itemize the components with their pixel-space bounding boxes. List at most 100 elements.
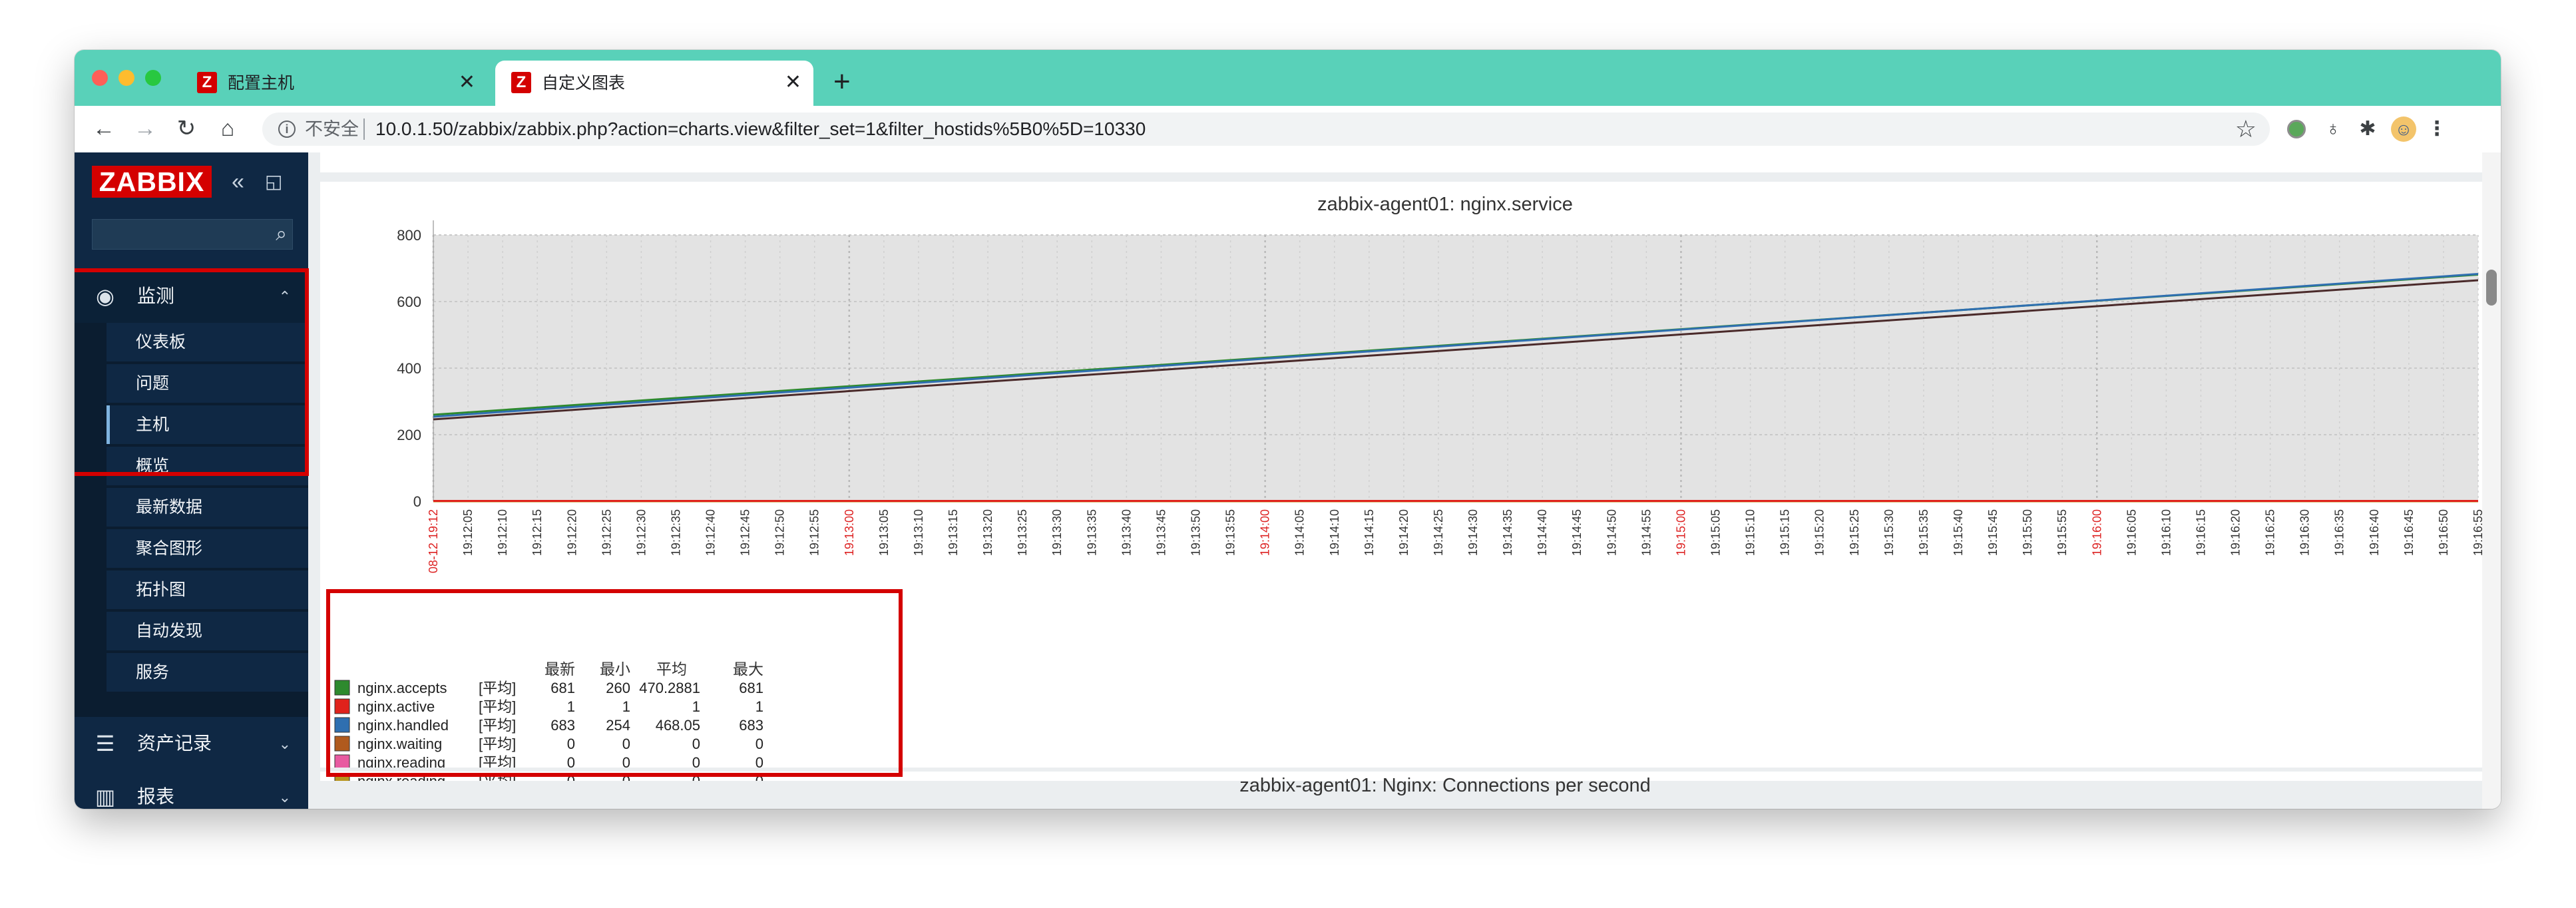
home-icon[interactable]: ⌂: [213, 114, 242, 143]
security-label[interactable]: 不安全: [305, 118, 359, 140]
kiosk-mode-icon[interactable]: ◱: [265, 168, 282, 195]
x-tick-label: 19:13:55: [1224, 509, 1237, 556]
collapse-sidebar-icon[interactable]: «: [232, 168, 244, 195]
x-tick-label: 19:16:15: [2194, 509, 2207, 556]
new-tab-button[interactable]: +: [833, 67, 851, 97]
x-tick-label: 19:16:05: [2125, 509, 2138, 556]
submenu-label: 自动发现: [136, 622, 203, 640]
menu-kebab-icon[interactable]: ⋮: [2424, 116, 2450, 142]
search-input[interactable]: ⌕: [92, 219, 293, 250]
tab-custom-graph[interactable]: Z 自定义图表 ✕: [495, 61, 813, 106]
menu-label: 报表: [137, 786, 175, 807]
highlight-box-legend: [326, 589, 903, 777]
x-tick-label: 19:16:50: [2437, 509, 2450, 556]
x-tick-label: 19:13:30: [1050, 509, 1064, 556]
x-tick-label: 19:12:30: [634, 509, 648, 556]
x-tick-label: 19:13:40: [1120, 509, 1133, 556]
extension-green-icon[interactable]: [2287, 120, 2306, 138]
x-tick-label: 19:12:05: [461, 509, 475, 556]
minimize-window-button[interactable]: [118, 70, 134, 86]
x-tick-label: 19:14:40: [1536, 509, 1549, 556]
x-tick-label: 19:13:50: [1189, 509, 1202, 556]
back-arrow-icon[interactable]: ←: [89, 114, 118, 143]
x-tick-label: 19:16:10: [2159, 509, 2173, 556]
x-tick-label: 19:14:50: [1605, 509, 1618, 556]
address-bar[interactable]: i 不安全 10.0.1.50/zabbix/zabbix.php?action…: [262, 113, 2270, 146]
y-tick-label: 800: [397, 227, 421, 244]
x-tick-label: 19:16:45: [2402, 509, 2416, 556]
x-tick-label: 19:13:25: [1016, 509, 1029, 556]
x-tick-label: 19:16:40: [2368, 509, 2381, 556]
graph-title: zabbix-agent01: nginx.service: [1317, 194, 1573, 215]
tab-strip: Z 配置主机 ✕ Z 自定义图表 ✕ +: [75, 50, 2501, 106]
x-tick-label: 19:12:55: [808, 509, 821, 556]
bar-chart-icon: ▥: [95, 785, 116, 809]
submenu-screens[interactable]: 聚合图形: [107, 529, 308, 569]
x-tick-label: 19:13:35: [1085, 509, 1098, 556]
menu-label: 资产记录: [137, 733, 212, 754]
submenu-services[interactable]: 服务: [107, 653, 308, 693]
x-tick-label: 19:15:25: [1848, 509, 1861, 556]
graph-title-2: zabbix-agent01: Nginx: Connections per s…: [1239, 775, 1651, 796]
x-tick-label: 19:13:20: [981, 509, 994, 556]
x-tick-label: 19:15:05: [1709, 509, 1723, 556]
x-tick-label: 19:16:25: [2264, 509, 2277, 556]
extension-balloon-icon[interactable]: ♁: [2320, 116, 2346, 142]
x-tick-label: 19:15:50: [2021, 509, 2034, 556]
tab-title: 配置主机: [228, 74, 295, 93]
chevron-down-icon: ⌄: [278, 736, 291, 752]
close-tab-icon[interactable]: ✕: [459, 71, 475, 94]
x-tick-label: 19:15:55: [2055, 509, 2069, 556]
x-tick-label: 19:15:45: [1986, 509, 2000, 556]
x-tick-label: 19:16:35: [2333, 509, 2346, 556]
menu-reports[interactable]: ▥ 报表 ⌄: [75, 772, 308, 809]
chevron-down-icon: ⌄: [278, 789, 291, 805]
x-tick-label: 19:15:10: [1744, 509, 1757, 556]
submenu-discovery[interactable]: 自动发现: [107, 612, 308, 652]
scrollbar-thumb[interactable]: [2486, 270, 2497, 306]
browser-toolbar: ← → ↻ ⌂ i 不安全 10.0.1.50/zabbix/zabbix.ph…: [75, 106, 2501, 153]
list-icon: ☰: [95, 732, 115, 756]
x-tick-label: 19:12:25: [600, 509, 613, 556]
x-tick-label: 19:15:30: [1882, 509, 1896, 556]
profile-avatar[interactable]: ☺: [2391, 116, 2416, 142]
scrollbar[interactable]: [2482, 152, 2501, 809]
url-text[interactable]: 10.0.1.50/zabbix/zabbix.php?action=chart…: [375, 118, 1146, 140]
close-tab-icon[interactable]: ✕: [785, 71, 801, 94]
maximize-window-button[interactable]: [145, 70, 161, 86]
x-tick-label: 19:12:10: [496, 509, 509, 556]
x-tick-label: 19:14:35: [1501, 509, 1514, 556]
x-tick-label: 19:12:40: [704, 509, 718, 556]
x-tick-label: 08-12 19:12: [427, 509, 440, 573]
menu-inventory[interactable]: ☰ 资产记录 ⌄: [75, 718, 308, 770]
info-icon[interactable]: i: [278, 120, 296, 138]
zabbix-sidebar: ZABBIX « ◱ ⌕ ◉ 监测 ⌃ 仪表板 问题 主机 概览 最新数据 聚合…: [75, 152, 308, 809]
x-tick-label: 19:15:00: [1674, 509, 1687, 556]
x-tick-label: 19:14:10: [1328, 509, 1341, 556]
search-icon[interactable]: ⌕: [276, 223, 287, 246]
chart-area: 0 200 400 600 800 08-12 19:12 19:12:05 19:12:10…: [397, 220, 2485, 573]
x-tick-label: 19:15:15: [1779, 509, 1792, 556]
bookmark-star-icon[interactable]: ☆: [2235, 116, 2256, 142]
submenu-maps[interactable]: 拓扑图: [107, 570, 308, 610]
x-tick-label: 19:14:30: [1466, 509, 1480, 556]
tab-title: 自定义图表: [542, 74, 626, 93]
x-tick-label: 19:13:05: [877, 509, 891, 556]
previous-graph-edge: [320, 152, 2489, 172]
forward-arrow-icon[interactable]: →: [130, 114, 160, 143]
extensions-puzzle-icon[interactable]: ✱: [2355, 116, 2380, 142]
browser-window: Z 配置主机 ✕ Z 自定义图表 ✕ + ← → ↻ ⌂ i 不安全 10.0.…: [75, 50, 2501, 809]
zabbix-favicon-icon: Z: [197, 72, 217, 93]
reload-icon[interactable]: ↻: [172, 114, 201, 143]
submenu-latest-data[interactable]: 最新数据: [107, 488, 308, 528]
x-tick-label: 19:14:55: [1639, 509, 1653, 556]
zabbix-logo[interactable]: ZABBIX: [92, 166, 212, 198]
close-window-button[interactable]: [92, 70, 108, 86]
submenu-label: 拓扑图: [136, 580, 186, 599]
x-tick-label: 19:12:15: [531, 509, 544, 556]
submenu-label: 聚合图形: [136, 539, 203, 558]
x-tick-label: 19:16:20: [2229, 509, 2243, 556]
x-tick-label: 19:12:50: [773, 509, 787, 556]
divider: [363, 118, 365, 140]
tab-configure-host[interactable]: Z 配置主机 ✕: [181, 61, 487, 106]
